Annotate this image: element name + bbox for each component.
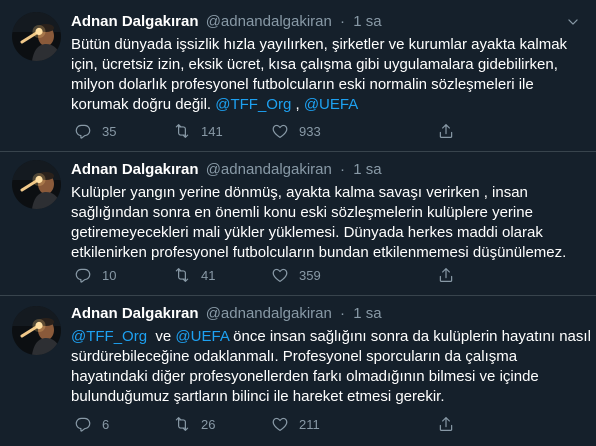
separator-dot: ·: [340, 161, 346, 178]
author-name[interactable]: Adnan Dalgakıran: [71, 305, 199, 322]
tweet-content: Adnan Dalgakıran @adnandalgakiran · 1 sa…: [71, 159, 584, 263]
avatar-image: [12, 306, 61, 355]
share-icon: [437, 122, 455, 140]
avatar[interactable]: [12, 160, 61, 209]
reply-count: 10: [102, 267, 117, 283]
author-handle[interactable]: @adnandalgakiran: [206, 305, 332, 322]
tweet-actions: 35 141 933: [71, 121, 531, 141]
retweet-icon: [173, 415, 191, 433]
heart-icon: [271, 415, 289, 433]
like-count: 933: [299, 123, 321, 139]
tweet-text-line: hayatındaki diğer profesyonellerden fark…: [71, 368, 539, 385]
tweet-text-line: için, ücretsiz izin, eksik ücret, kısa ç…: [71, 56, 558, 73]
mention-separator: ve: [147, 328, 176, 345]
tweet-time[interactable]: 1 sa: [353, 161, 381, 178]
reply-icon: [74, 122, 92, 140]
retweet-button[interactable]: 41: [173, 265, 215, 285]
like-button[interactable]: 359: [271, 265, 321, 285]
retweet-icon: [173, 122, 191, 140]
tweet-time[interactable]: 1 sa: [353, 305, 381, 322]
separator-dot: ·: [340, 13, 346, 30]
tweet-actions: 6 26 211: [71, 414, 531, 434]
tweet-header: Adnan Dalgakıran @adnandalgakiran · 1 sa: [71, 303, 584, 325]
chevron-down-icon[interactable]: [566, 15, 580, 29]
like-button[interactable]: 933: [271, 121, 321, 141]
reply-icon: [74, 266, 92, 284]
like-count: 359: [299, 267, 321, 283]
like-count: 211: [299, 416, 320, 432]
share-icon: [437, 415, 455, 433]
tweet-3[interactable]: Adnan Dalgakıran @adnandalgakiran · 1 sa…: [0, 296, 596, 446]
tweet-text-line: Kulüpler yangın yerine dönmüş, ayakta ka…: [71, 184, 528, 201]
retweet-button[interactable]: 26: [173, 414, 215, 434]
avatar[interactable]: [12, 306, 61, 355]
tweet-text-line: @TFF_Org ve @UEFA önce insan sağlığını s…: [71, 327, 591, 347]
tweet-text-line: korumak doğru değil. @TFF_Org , @UEFA: [71, 95, 584, 115]
tweet-text-fragment: önce insan sağlığını sonra da kulüplerin…: [229, 328, 591, 345]
heart-icon: [271, 266, 289, 284]
tweet-text-line: etkilenirken profesyonel futbolcuların b…: [71, 244, 567, 261]
tweet-text-line: Bütün dünyada işsizlik hızla yayılırken,…: [71, 36, 568, 53]
author-name[interactable]: Adnan Dalgakıran: [71, 13, 199, 30]
tweet-text: Bütün dünyada işsizlik hızla yayılırken,…: [71, 35, 584, 115]
retweet-count: 141: [201, 123, 223, 139]
author-handle[interactable]: @adnandalgakiran: [206, 13, 332, 30]
retweet-button[interactable]: 141: [173, 121, 223, 141]
tweet-text: Kulüpler yangın yerine dönmüş, ayakta ka…: [71, 183, 584, 263]
retweet-count: 26: [201, 416, 216, 432]
author-name[interactable]: Adnan Dalgakıran: [71, 161, 199, 178]
tweet-text-line: sürdürebileceğine odaklanmalı. Profesyon…: [71, 348, 518, 365]
mention-link-tff[interactable]: @TFF_Org: [215, 96, 291, 113]
like-button[interactable]: 211: [271, 414, 320, 434]
tweet-text-line: bulunduğumuz şartların bilinci ile harek…: [71, 388, 445, 405]
share-icon: [437, 266, 455, 284]
tweet-text-line: sağlığından sonra en önemli konu eski sö…: [71, 204, 533, 221]
tweet-1[interactable]: Adnan Dalgakıran @adnandalgakiran · 1 sa…: [0, 0, 596, 152]
reply-count: 6: [102, 416, 110, 432]
tweet-content: Adnan Dalgakıran @adnandalgakiran · 1 sa…: [71, 11, 584, 115]
tweet-text-line: getiremeyecekleri mali yükler yüklemesi.…: [71, 224, 543, 241]
avatar-image: [12, 12, 61, 61]
tweet-text-line: milyon dolarlık profesyonel futbolcuları…: [71, 76, 534, 93]
mention-link-uefa[interactable]: @UEFA: [175, 328, 229, 345]
mention-link-uefa[interactable]: @UEFA: [304, 96, 358, 113]
reply-icon: [74, 415, 92, 433]
reply-count: 35: [102, 123, 117, 139]
tweet-content: Adnan Dalgakıran @adnandalgakiran · 1 sa…: [71, 303, 591, 407]
share-button[interactable]: [437, 265, 455, 285]
heart-icon: [271, 122, 289, 140]
tweet-text-fragment: korumak doğru değil.: [71, 96, 212, 113]
tweet-actions: 10 41 359: [71, 265, 531, 285]
retweet-count: 41: [201, 267, 216, 283]
share-button[interactable]: [437, 414, 455, 434]
tweet-header: Adnan Dalgakıran @adnandalgakiran · 1 sa: [71, 159, 584, 181]
avatar-image: [12, 160, 61, 209]
reply-button[interactable]: 6: [74, 414, 109, 434]
tweet-time[interactable]: 1 sa: [353, 13, 381, 30]
tweet-text: @TFF_Org ve @UEFA önce insan sağlığını s…: [71, 327, 591, 407]
tweet-2[interactable]: Adnan Dalgakıran @adnandalgakiran · 1 sa…: [0, 152, 596, 296]
avatar[interactable]: [12, 12, 61, 61]
mention-link-tff[interactable]: @TFF_Org: [71, 328, 147, 345]
author-handle[interactable]: @adnandalgakiran: [206, 161, 332, 178]
retweet-icon: [173, 266, 191, 284]
tweet-header: Adnan Dalgakıran @adnandalgakiran · 1 sa: [71, 11, 584, 33]
separator-dot: ·: [340, 305, 346, 322]
reply-button[interactable]: 35: [74, 121, 116, 141]
reply-button[interactable]: 10: [74, 265, 116, 285]
share-button[interactable]: [437, 121, 455, 141]
mention-separator: ,: [291, 96, 304, 113]
